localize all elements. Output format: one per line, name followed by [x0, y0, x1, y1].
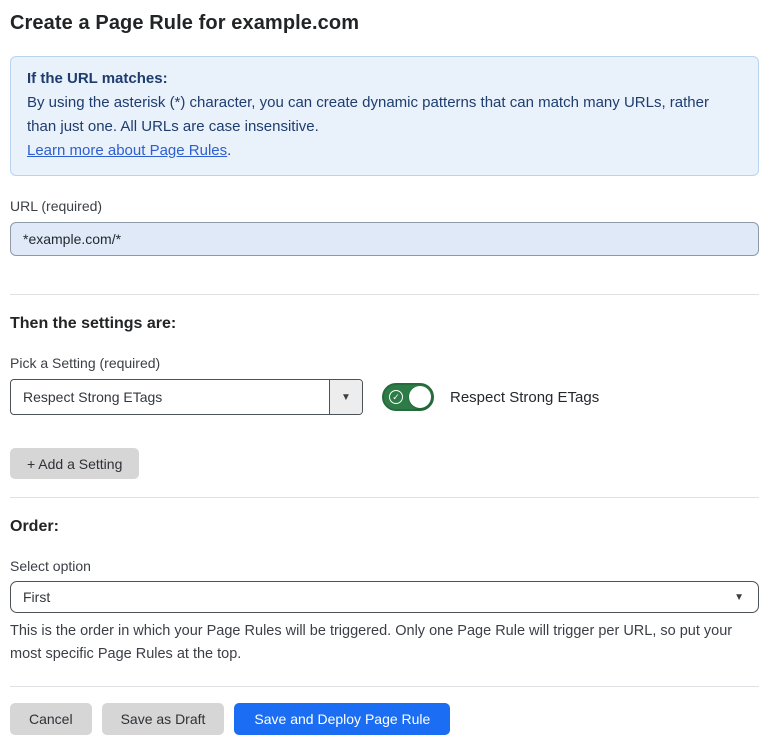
setting-toggle-wrap: ✓ Respect Strong ETags: [382, 383, 599, 411]
setting-select-arrow[interactable]: ▼: [329, 380, 362, 414]
pick-setting-label: Pick a Setting (required): [10, 355, 759, 371]
add-setting-button[interactable]: + Add a Setting: [10, 448, 139, 479]
setting-toggle-label: Respect Strong ETags: [450, 389, 599, 406]
toggle-knob: [409, 386, 431, 408]
url-input[interactable]: [10, 222, 759, 256]
save-as-draft-button[interactable]: Save as Draft: [102, 703, 225, 735]
footer-actions: Cancel Save as Draft Save and Deploy Pag…: [10, 703, 759, 735]
setting-select[interactable]: Respect Strong ETags ▼: [10, 379, 363, 415]
section-divider: [10, 497, 759, 498]
order-help-text: This is the order in which your Page Rul…: [10, 620, 759, 666]
section-divider: [10, 294, 759, 295]
learn-more-link[interactable]: Learn more about Page Rules: [27, 142, 227, 159]
setting-toggle[interactable]: ✓: [382, 383, 434, 411]
chevron-down-icon: ▼: [734, 592, 744, 603]
info-box-heading: If the URL matches:: [27, 67, 742, 91]
chevron-down-icon: ▼: [341, 392, 351, 403]
url-matches-info-box: If the URL matches: By using the asteris…: [10, 56, 759, 176]
order-heading: Order:: [10, 518, 759, 536]
order-select-value: First: [23, 589, 50, 605]
order-select[interactable]: First ▼: [10, 581, 759, 613]
check-icon: ✓: [389, 390, 403, 404]
settings-heading: Then the settings are:: [10, 315, 759, 333]
footer-divider: [10, 686, 759, 687]
page-title: Create a Page Rule for example.com: [10, 12, 759, 35]
page-rule-form: Create a Page Rule for example.com If th…: [0, 0, 769, 735]
cancel-button[interactable]: Cancel: [10, 703, 92, 735]
order-select-label: Select option: [10, 558, 759, 574]
setting-row: Respect Strong ETags ▼ ✓ Respect Strong …: [10, 379, 759, 415]
link-period: .: [227, 142, 231, 159]
info-box-link-line: Learn more about Page Rules.: [27, 139, 742, 163]
url-field-label: URL (required): [10, 198, 759, 214]
setting-select-value: Respect Strong ETags: [11, 380, 329, 414]
save-and-deploy-button[interactable]: Save and Deploy Page Rule: [234, 703, 450, 735]
info-box-body: By using the asterisk (*) character, you…: [27, 91, 742, 139]
